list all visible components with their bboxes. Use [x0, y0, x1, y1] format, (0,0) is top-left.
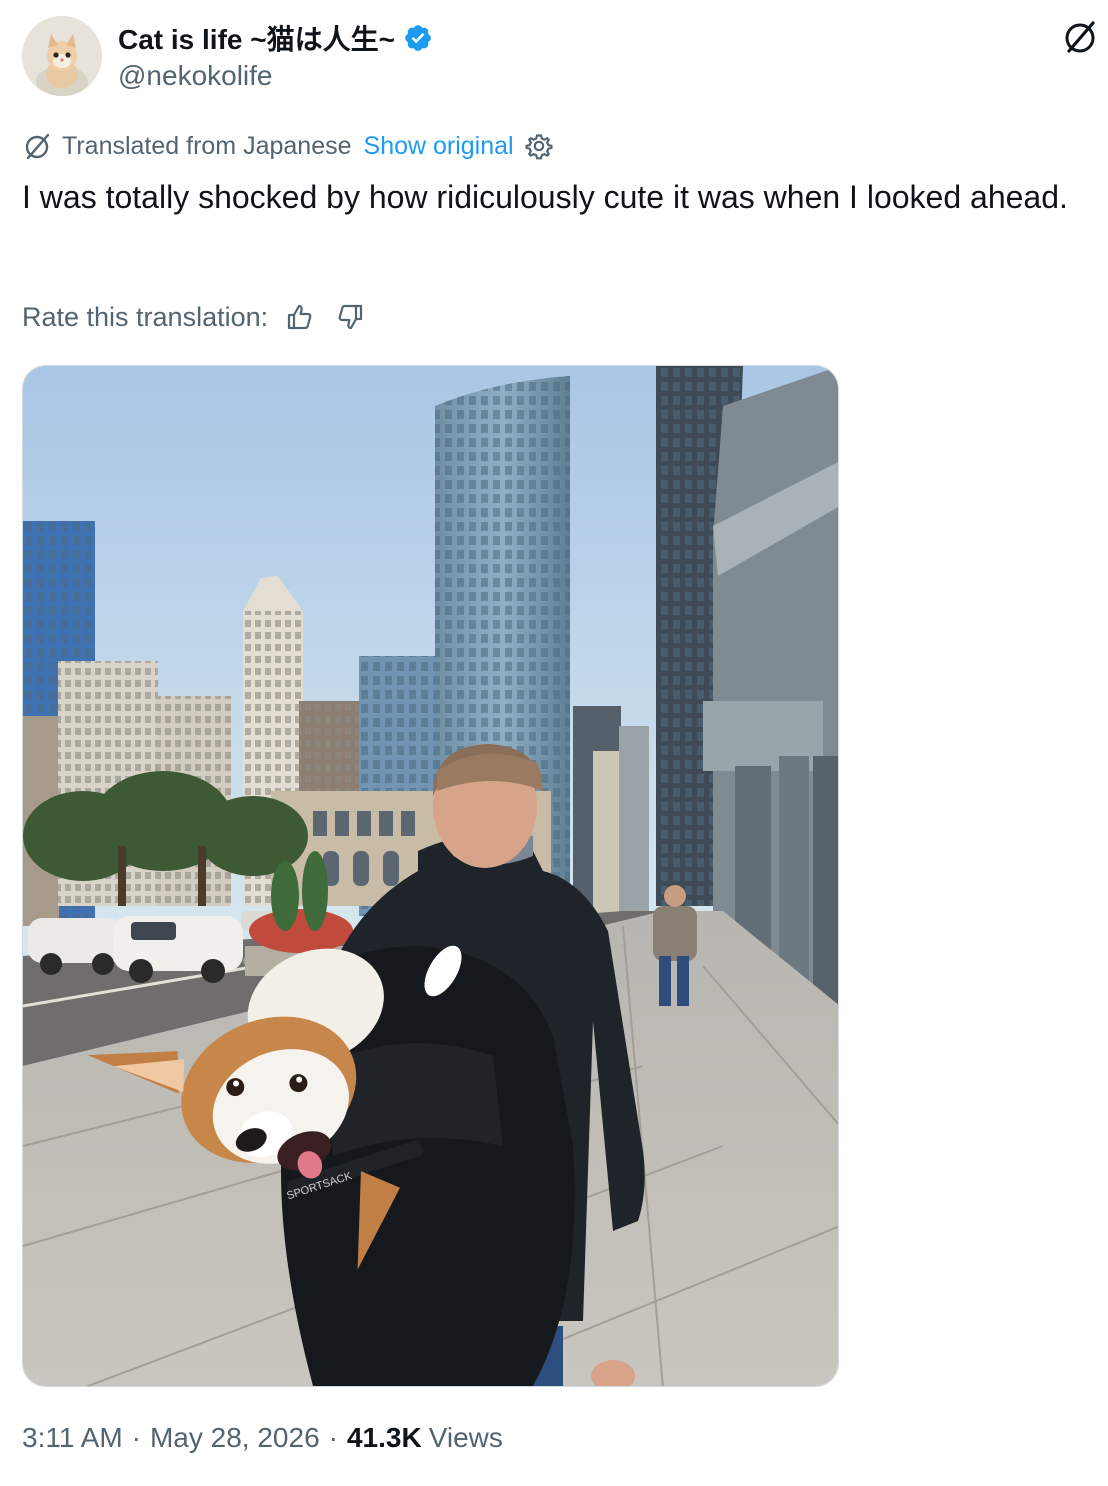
tweet-text: I was totally shocked by how ridiculousl… [22, 179, 1068, 215]
translation-bar: Translated from Japanese Show original [22, 131, 554, 161]
author-display-name[interactable]: Cat is life ~猫は人生~ [118, 18, 395, 58]
meta-separator: · [131, 1422, 141, 1453]
grok-translate-icon [22, 131, 52, 161]
translated-from-label: Translated from Japanese [62, 131, 352, 160]
rate-translation-label: Rate this translation: [22, 301, 269, 332]
tweet-card: Cat is life ~猫は人生~ @nekokolife Translate… [0, 0, 1108, 1486]
meta-separator: · [328, 1422, 338, 1453]
show-original-link[interactable]: Show original [364, 132, 514, 161]
author-avatar[interactable] [22, 16, 102, 96]
views-count[interactable]: 41.3K [347, 1422, 422, 1454]
gear-icon[interactable] [524, 131, 554, 161]
rate-translation-row: Rate this translation: [22, 299, 368, 335]
thumbs-down-icon[interactable] [332, 299, 368, 335]
verified-badge-icon [403, 23, 433, 53]
author-handle[interactable]: @nekokolife [118, 60, 273, 92]
tweet-meta: 3:11 AM · May 28, 2026 · 41.3K Views [22, 1422, 503, 1454]
tweet-time[interactable]: 3:11 AM [22, 1422, 123, 1454]
tweet-date[interactable]: May 28, 2026 [150, 1422, 320, 1454]
views-label[interactable]: Views [429, 1422, 503, 1454]
author-name-row[interactable]: Cat is life ~猫は人生~ [118, 18, 433, 58]
grok-slash-icon[interactable] [1058, 16, 1102, 60]
thumbs-up-icon[interactable] [282, 299, 318, 335]
tweet-photo[interactable]: SPORTSACK [22, 365, 839, 1387]
